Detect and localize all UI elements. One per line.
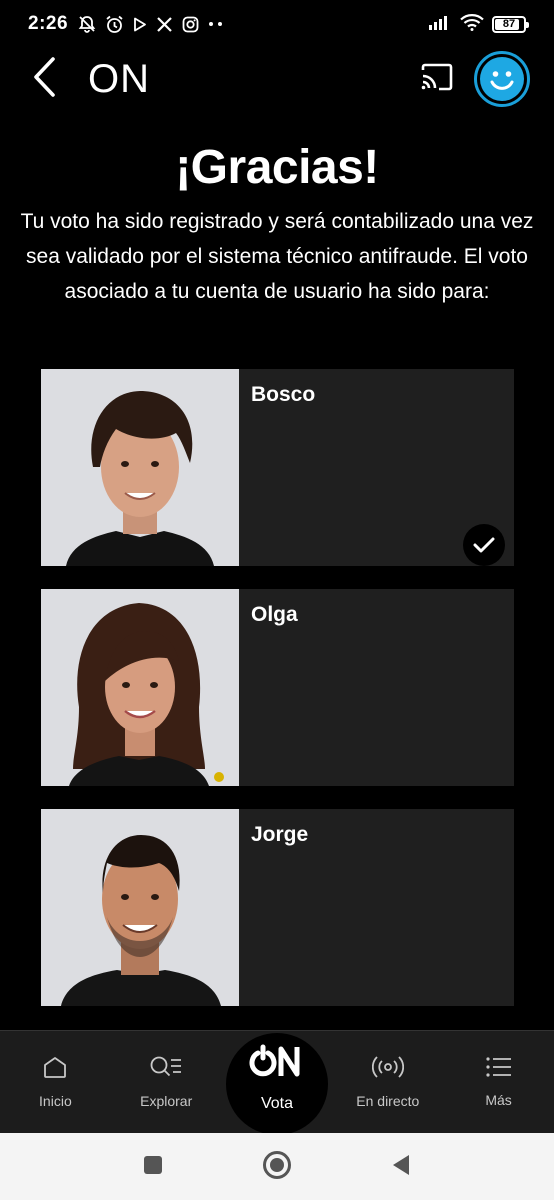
nav-item-en-directo[interactable]: En directo [332,1031,443,1133]
candidate-card-olga[interactable]: Olga [41,589,514,786]
candidate-card-bosco[interactable]: Bosco [41,369,514,566]
app-bar: ON [0,48,554,110]
status-time: 2:26 [28,13,69,34]
cast-button[interactable] [420,62,454,96]
home-button[interactable] [215,1150,339,1184]
chevron-left-icon [31,56,57,102]
live-broadcast-icon [371,1055,404,1083]
candidate-card-jorge[interactable]: Jorge [41,809,514,1006]
bottom-navigation: Inicio Explorar Vota En directo Más [0,1030,554,1135]
status-bar: 2:26 87 [0,0,554,48]
candidate-photo [41,809,239,1006]
on-logo-icon [249,1044,305,1087]
nav-label: Inicio [39,1093,72,1109]
notification-icons [78,15,224,34]
signal-icon [428,14,452,34]
battery-level: 87 [502,18,516,30]
selected-check-icon [463,524,505,566]
app-title: ON [88,56,150,101]
back-triangle-icon [391,1153,411,1181]
explore-search-icon [149,1055,183,1083]
nav-label: Más [485,1092,512,1108]
app-bar-actions [420,51,530,107]
candidate-name: Bosco [251,383,316,406]
alarm-icon [105,15,124,34]
nav-item-vota[interactable]: Vota [222,1031,333,1135]
recents-button[interactable] [91,1155,215,1179]
system-status-icons: 87 [428,13,529,35]
nav-item-explorar[interactable]: Explorar [111,1031,222,1133]
candidate-list: Bosco Olga Jorge [41,369,514,1029]
nav-label: Vota [260,1094,293,1112]
profile-avatar-button[interactable] [474,51,530,107]
nav-label: En directo [356,1093,420,1109]
candidate-name: Olga [251,603,298,626]
wifi-icon [460,13,484,35]
candidate-photo [41,589,239,786]
battery-icon: 87 [492,15,529,33]
nav-item-inicio[interactable]: Inicio [0,1031,111,1133]
nav-item-mas[interactable]: Más [443,1031,554,1133]
play-store-icon [133,17,147,32]
home-icon [42,1055,68,1083]
smiley-avatar-icon [480,57,524,101]
candidate-name: Jorge [251,823,309,846]
home-circle-icon [262,1150,292,1184]
thanks-title: ¡Gracias! [175,141,379,194]
x-icon [156,16,173,33]
back-button[interactable] [28,56,60,102]
candidate-photo [41,369,239,566]
back-system-button[interactable] [339,1153,463,1181]
cast-icon [420,63,454,95]
system-navigation-bar [0,1133,554,1200]
more-dots-icon [208,21,224,27]
mute-bell-icon [78,15,96,33]
menu-list-icon [485,1056,513,1082]
nav-label: Explorar [140,1093,193,1109]
vote-confirmation-message: Tu voto ha sido registrado y será contab… [20,210,534,303]
recents-square-icon [143,1155,163,1179]
instagram-icon [182,16,199,33]
